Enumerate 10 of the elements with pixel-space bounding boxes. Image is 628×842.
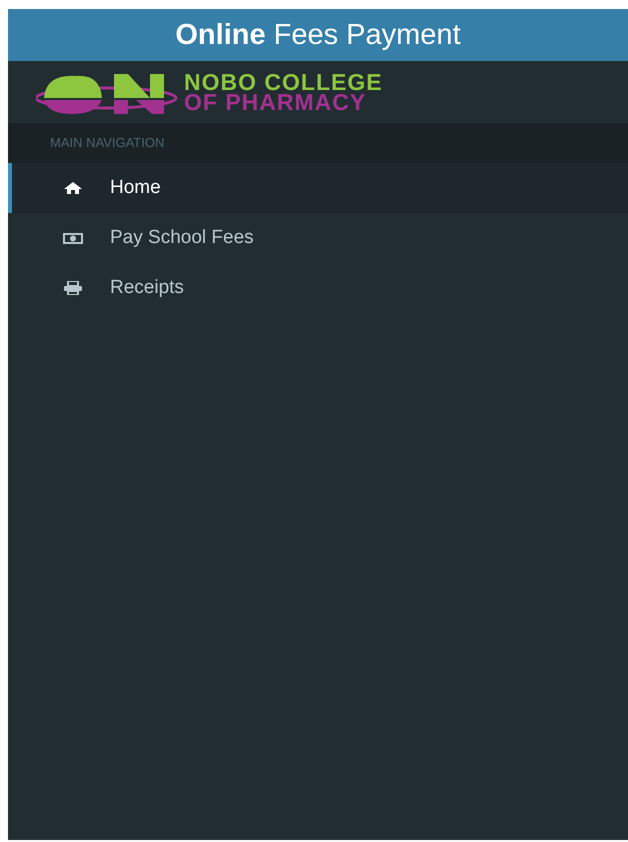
banknote-icon bbox=[63, 232, 83, 244]
home-icon bbox=[64, 182, 82, 194]
nav-heading: MAIN NAVIGATION bbox=[8, 123, 628, 163]
sidebar-item[interactable]: Home bbox=[8, 163, 628, 213]
sidebar-item[interactable]: Pay School Fees bbox=[8, 213, 628, 263]
sidebar-item[interactable]: Receipts bbox=[8, 263, 628, 313]
header-title: Online Fees Payment bbox=[174, 18, 462, 53]
printer-icon bbox=[64, 281, 82, 295]
logo-text: NOBO COLLEGE bbox=[184, 72, 383, 92]
logo-subtext: OF PHARMACY bbox=[184, 92, 366, 112]
